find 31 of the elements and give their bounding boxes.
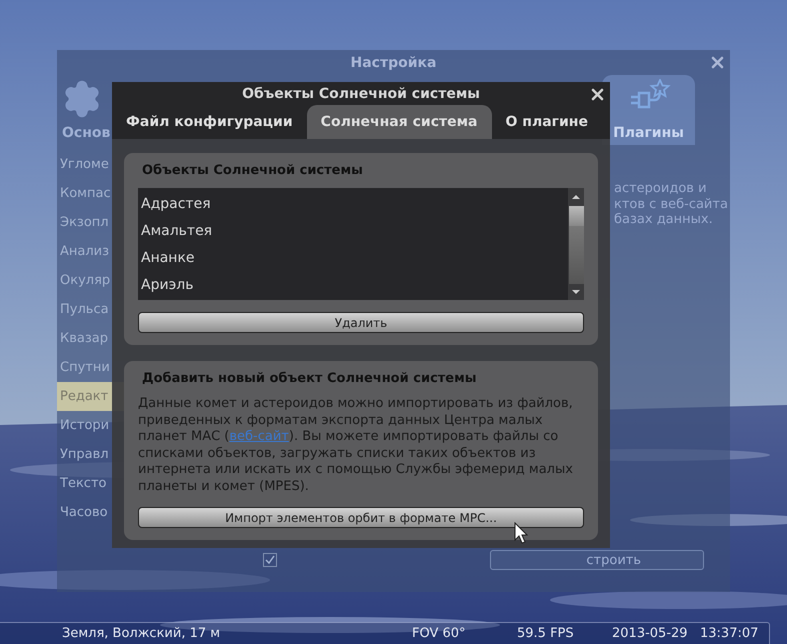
scroll-down-icon[interactable]: [571, 287, 581, 297]
scroll-thumb[interactable]: [568, 206, 584, 226]
date-text: 2013-05-29: [612, 626, 689, 641]
list-item[interactable]: Ариэль: [141, 271, 568, 298]
list-item[interactable]: Амальтея: [141, 217, 568, 244]
time-text: 13:37:07: [700, 626, 760, 641]
description-text: Данные комет и астероидов можно импортировать из файлов, приведенных к форматам экспорта данных Центра малых планет МАС (веб-сайт). Вы можете импортировать файлы со списками объектов, загружать списки таких объектов из интернета или искать их с помощью Службы эфемерид малых планеты и комет (MPES).: [138, 396, 574, 495]
scroll-up-icon[interactable]: [571, 192, 581, 202]
dialog-tab[interactable]: Солнечная система: [306, 105, 492, 139]
list-item[interactable]: Ананке: [141, 244, 568, 271]
fps-text: 59.5 FPS: [517, 626, 575, 641]
checkbox[interactable]: [263, 553, 277, 567]
description-text: ктов с веб-сайта: [614, 196, 728, 212]
window-title: Настройка: [350, 54, 436, 70]
group-title: Объекты Солнечной системы: [142, 163, 364, 178]
import-button[interactable]: Импорт элементов орбит в формате MPC...: [138, 507, 584, 528]
list-item[interactable]: Адрастея: [141, 190, 568, 217]
settings-tab[interactable]: Плагины: [602, 75, 695, 145]
dialog-tab[interactable]: О плагине: [492, 105, 602, 139]
scrollbar[interactable]: [568, 188, 584, 300]
configure-button[interactable]: строить: [490, 550, 704, 570]
description-text: астероидов и: [614, 181, 707, 196]
dialog-title: Объекты Солнечной системы: [242, 86, 480, 102]
remove-button[interactable]: Удалить: [138, 312, 584, 333]
location-text: Земля, Волжский, 17 м: [62, 626, 222, 641]
dialog-tab[interactable]: Файл конфигурации: [112, 105, 307, 139]
close-icon[interactable]: [591, 88, 604, 101]
description-text: базах данных.: [614, 212, 713, 228]
pointer-icon: [514, 522, 528, 544]
group-title: Добавить новый объект Солнечной системы: [142, 371, 478, 386]
fov-text: FOV 60°: [412, 626, 467, 641]
